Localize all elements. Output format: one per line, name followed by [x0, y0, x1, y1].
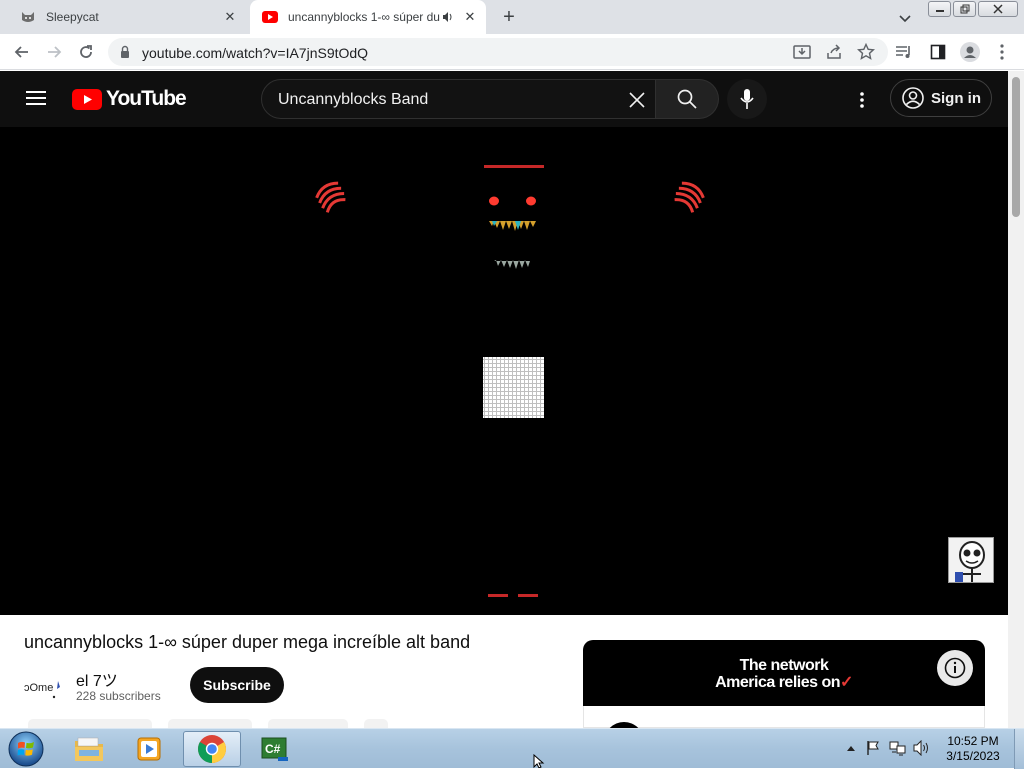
browser-toolbar: youtube.com/watch?v=IA7jnS9tOdQ — [0, 34, 1024, 70]
profile-avatar-icon[interactable] — [960, 42, 980, 62]
search-input[interactable]: Uncannyblocks Band — [261, 79, 656, 119]
browser-menu-icon[interactable] — [992, 42, 1012, 62]
install-app-icon[interactable] — [792, 42, 812, 62]
side-panel-icon[interactable] — [928, 42, 948, 62]
svg-text:C#: C# — [265, 742, 281, 756]
microphone-icon — [740, 89, 754, 109]
system-clock[interactable]: 10:52 PM 3/15/2023 — [938, 734, 1008, 764]
video-info: uncannyblocks 1-∞ súper duper mega incre… — [0, 615, 1008, 728]
action-button[interactable] — [28, 719, 152, 728]
tab-sleepycat[interactable]: Sleepycat ✕ — [8, 0, 246, 34]
taskbar: C# 10:52 PM 3/15/2023 — [0, 728, 1024, 769]
windows-start-icon — [8, 731, 44, 767]
file-explorer-icon — [75, 737, 103, 761]
cat-icon — [20, 9, 36, 25]
share-icon[interactable] — [824, 42, 844, 62]
show-desktop-button[interactable] — [1014, 729, 1024, 769]
network-icon[interactable] — [889, 739, 907, 757]
video-shape — [483, 357, 544, 418]
media-player-icon — [137, 737, 161, 761]
search-button[interactable] — [656, 79, 719, 119]
hamburger-menu-icon[interactable] — [26, 90, 46, 106]
lock-icon[interactable] — [118, 45, 132, 59]
url-text: youtube.com/watch?v=IA7jnS9tOdQ — [142, 45, 369, 61]
taskbar-media-player[interactable] — [120, 731, 178, 767]
sign-in-label: Sign in — [931, 89, 981, 107]
action-center-flag-icon[interactable] — [864, 739, 882, 757]
subscribe-button[interactable]: Subscribe — [190, 667, 284, 703]
csharp-icon: C# — [261, 737, 288, 761]
clock-date: 3/15/2023 — [946, 749, 1000, 763]
ad-card-bottom — [583, 706, 985, 728]
start-button[interactable] — [6, 730, 46, 768]
new-tab-button[interactable]: + — [498, 7, 520, 29]
close-window-button[interactable] — [978, 1, 1018, 17]
video-player[interactable] — [0, 127, 1008, 615]
youtube-logo[interactable]: YouTube — [72, 87, 187, 110]
action-button[interactable] — [364, 719, 388, 728]
channel-avatar-image: ɔOme — [24, 681, 60, 699]
tab-search-chevron-icon[interactable] — [896, 9, 914, 27]
action-button[interactable] — [168, 719, 252, 728]
sidebar-ad[interactable]: The network America relies on✓ — [583, 640, 985, 728]
svg-text:ɔOme: ɔOme — [24, 682, 53, 694]
channel-avatar[interactable]: ɔOme — [24, 667, 64, 707]
info-icon — [944, 657, 966, 679]
ad-headline-line2: America relies on✓ — [715, 674, 853, 691]
clock-time: 10:52 PM — [947, 734, 999, 748]
settings-more-icon[interactable] — [850, 89, 874, 111]
video-shape — [674, 181, 705, 213]
youtube-header: YouTube Uncannyblocks Band Sign in — [0, 71, 1008, 127]
video-shape — [315, 181, 346, 213]
address-bar[interactable]: youtube.com/watch?v=IA7jnS9tOdQ — [108, 38, 888, 66]
back-arrow-icon[interactable] — [12, 42, 32, 62]
checkmark-icon: ✓ — [840, 674, 853, 691]
taskbar-file-explorer[interactable] — [60, 731, 118, 767]
taskbar-chrome[interactable] — [183, 731, 241, 767]
scrollbar-thumb[interactable] — [1012, 77, 1020, 217]
account-circle-icon — [901, 86, 925, 110]
tab-title: uncannyblocks 1-∞ súper du — [288, 10, 440, 24]
show-hidden-icons-arrow[interactable] — [842, 739, 860, 757]
channel-watermark[interactable] — [948, 537, 994, 583]
video-frame — [315, 165, 705, 597]
subscriber-count: 228 subscribers — [76, 689, 161, 703]
restore-window-button[interactable] — [953, 1, 976, 17]
watermark-face-icon — [955, 541, 985, 582]
youtube-logo-text: YouTube — [106, 87, 187, 110]
action-button[interactable] — [268, 719, 348, 728]
video-shape — [488, 594, 508, 597]
search-icon — [677, 89, 697, 109]
video-shape — [489, 221, 536, 269]
video-shape — [489, 196, 499, 206]
page-scrollbar[interactable] — [1008, 71, 1024, 728]
ad-info-button[interactable] — [937, 650, 973, 686]
video-shape — [526, 196, 536, 206]
video-shape — [518, 594, 538, 597]
minimize-window-button[interactable] — [928, 1, 951, 17]
channel-name[interactable]: el 7ツ — [76, 667, 118, 691]
video-title: uncannyblocks 1-∞ súper duper mega incre… — [24, 632, 471, 652]
tab-youtube[interactable]: uncannyblocks 1-∞ súper du ✕ — [250, 0, 486, 34]
tab-title: Sleepycat — [46, 10, 99, 24]
tab-strip: Sleepycat ✕ uncannyblocks 1-∞ súper du ✕… — [0, 0, 1024, 34]
search-query: Uncannyblocks Band — [278, 91, 429, 108]
media-control-icon[interactable] — [894, 42, 914, 62]
taskbar-csharp-app[interactable]: C# — [246, 731, 304, 767]
close-tab-icon[interactable]: ✕ — [220, 7, 240, 27]
mouse-cursor-icon — [533, 754, 545, 768]
youtube-play-logo-icon — [72, 88, 102, 110]
clear-search-icon[interactable] — [627, 90, 647, 110]
reload-icon[interactable] — [76, 42, 96, 62]
voice-search-button[interactable] — [727, 79, 767, 119]
video-shape — [484, 165, 544, 168]
close-tab-icon[interactable]: ✕ — [460, 7, 480, 27]
forward-arrow-icon[interactable] — [44, 42, 64, 62]
chrome-icon — [198, 735, 226, 763]
audio-playing-icon[interactable] — [440, 9, 456, 25]
volume-icon[interactable] — [913, 739, 931, 757]
bookmark-star-icon[interactable] — [856, 42, 876, 62]
sign-in-button[interactable]: Sign in — [890, 79, 992, 117]
youtube-favicon — [262, 9, 278, 25]
